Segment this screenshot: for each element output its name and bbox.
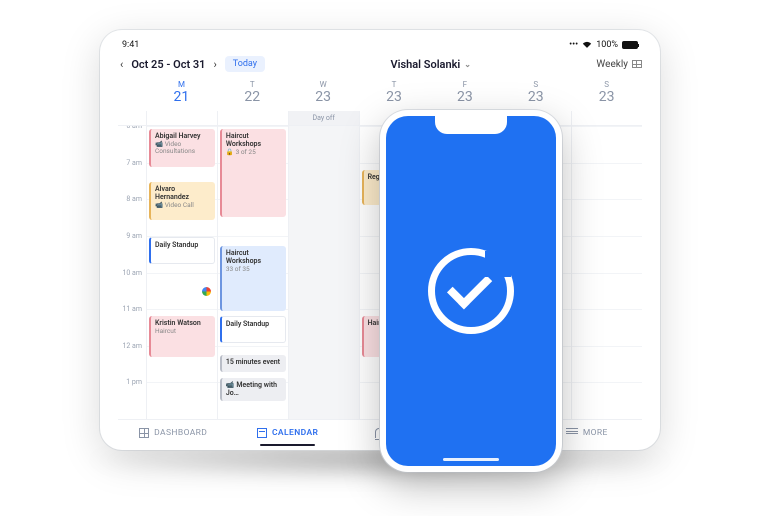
top-bar: ‹ Oct 25 - Oct 31 › Today Vishal Solanki… <box>118 54 642 78</box>
signal-icon: ••• <box>569 40 578 50</box>
user-name-label: Vishal Solanki <box>390 58 460 71</box>
chevron-down-icon: ⌄ <box>464 60 471 69</box>
event-kristin[interactable]: Kristin WatsonHaircut <box>149 316 215 357</box>
day-column-tue[interactable]: Haircut Workshops🔒 3 of 25 Haircut Works… <box>217 126 288 419</box>
home-indicator <box>443 458 499 461</box>
battery-icon <box>622 41 638 49</box>
dashboard-icon <box>139 428 149 438</box>
day-column-mon[interactable]: Abigail Harvey📹 Video Consultations Alva… <box>146 126 217 419</box>
day-header-wed[interactable]: W23 <box>288 78 359 111</box>
day-header-tue[interactable]: T22 <box>217 78 288 111</box>
day-headers: M21 T22 W23 T23 F23 S23 S23 <box>146 78 642 111</box>
event-meeting[interactable]: 📹 Meeting with Jo… <box>220 378 286 401</box>
phone-notch <box>435 116 507 134</box>
calendar-icon <box>257 428 267 438</box>
user-selector[interactable]: Vishal Solanki ⌄ <box>390 58 471 71</box>
event-alvaro[interactable]: Alvaro Hernandez📹 Video Call <box>149 182 215 220</box>
day-header-thu[interactable]: T23 <box>359 78 430 111</box>
date-range-label[interactable]: Oct 25 - Oct 31 <box>131 58 205 71</box>
event-standup-tue[interactable]: Daily Standup <box>220 316 286 342</box>
view-mode-selector[interactable]: Weekly <box>596 59 642 70</box>
today-button[interactable]: Today <box>225 56 265 72</box>
dayoff-badge: Day off <box>288 111 359 125</box>
event-workshop-2[interactable]: Haircut Workshops33 of 35 <box>220 246 286 310</box>
event-workshop-1[interactable]: Haircut Workshops🔒 3 of 25 <box>220 129 286 217</box>
day-header-sun[interactable]: S23 <box>571 78 642 111</box>
battery-percent: 100% <box>596 40 618 50</box>
grid-icon <box>632 60 642 68</box>
status-time: 9:41 <box>122 40 139 50</box>
google-icon <box>149 284 215 307</box>
phone-device <box>380 110 562 472</box>
event-standup-mon[interactable]: Daily Standup <box>149 237 215 263</box>
hamburger-icon <box>566 428 578 438</box>
day-header-fri[interactable]: F23 <box>429 78 500 111</box>
day-column-sun[interactable] <box>571 126 642 419</box>
wifi-icon <box>582 41 592 49</box>
checkmark-icon <box>447 264 492 309</box>
nav-dashboard[interactable]: DASHBOARD <box>118 428 228 438</box>
time-gutter: 6 am7 am8 am9 am 10 am11 am12 am1 pm <box>118 126 146 419</box>
nav-calendar[interactable]: CALENDAR <box>232 428 342 438</box>
view-mode-label: Weekly <box>596 59 628 70</box>
status-bar: 9:41 ••• 100% <box>118 38 642 54</box>
day-header-mon[interactable]: M21 <box>146 78 217 111</box>
day-column-wed[interactable] <box>288 126 359 419</box>
next-week-button[interactable]: › <box>211 58 218 71</box>
event-fifteen[interactable]: 15 minutes event <box>220 355 286 373</box>
event-abigail[interactable]: Abigail Harvey📹 Video Consultations <box>149 129 215 167</box>
app-logo-icon <box>428 248 514 334</box>
prev-week-button[interactable]: ‹ <box>118 58 125 71</box>
phone-screen <box>386 116 556 466</box>
day-header-sat[interactable]: S23 <box>500 78 571 111</box>
